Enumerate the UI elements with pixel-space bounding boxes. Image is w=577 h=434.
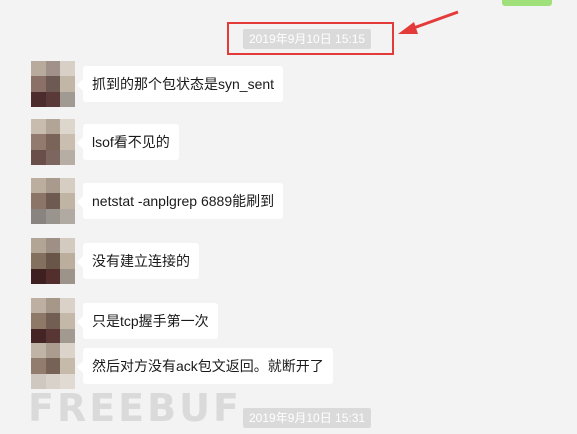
avatar[interactable]	[31, 61, 75, 107]
message-bubble[interactable]: 只是tcp握手第一次	[77, 303, 218, 339]
avatar[interactable]	[31, 298, 75, 344]
message-bubble[interactable]: 然后对方没有ack包文返回。就断开了	[77, 348, 333, 384]
timestamp-bottom: 2019年9月10日 15:31	[243, 408, 372, 428]
avatar[interactable]	[31, 343, 75, 389]
message-bubble[interactable]: 没有建立连接的	[77, 243, 199, 279]
message-bubble[interactable]: lsof看不见的	[77, 124, 179, 160]
avatar[interactable]	[31, 119, 75, 165]
message-bubble[interactable]: 抓到的那个包状态是syn_sent	[76, 66, 284, 102]
annotation-arrow-icon	[398, 10, 459, 34]
top-message-edge	[502, 0, 552, 6]
avatar[interactable]	[31, 178, 75, 224]
watermark-logo: FREEBUF	[28, 386, 242, 430]
message-bubble[interactable]: netstat -anplgrep 6889能刷到	[76, 183, 284, 219]
annotation-highlight-box	[227, 22, 394, 55]
avatar[interactable]	[31, 238, 75, 284]
